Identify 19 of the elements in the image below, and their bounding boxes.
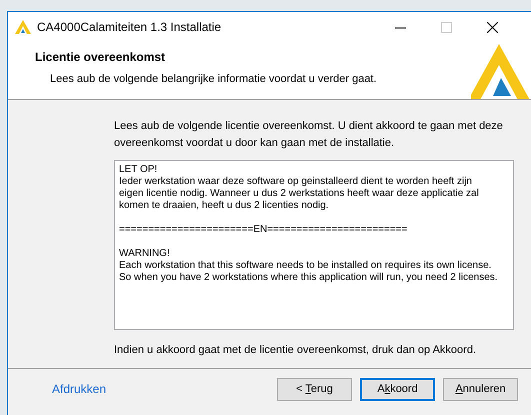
license-line: So when you have 2 workstations where this application will run, you need 2 licenses.	[119, 272, 499, 284]
window-title: CA4000Calamiteiten 1.3 Installatie	[37, 19, 222, 36]
license-line: eigen licentie nodig. Wanneer u dus 2 werkstations heeft waar deze applicatie zal	[119, 188, 480, 200]
dialog-button[interactable]: Annuleren	[443, 378, 518, 400]
logo-icon	[15, 20, 31, 34]
dialog-button[interactable]: < Terug	[277, 378, 352, 400]
close-icon[interactable]	[486, 22, 498, 32]
instruction-text: Lees aub de volgende licentie overeenkomst. U dient akkoord te gaan met deze overeenkomst voordat u door kan gaan met de installatie.	[114, 119, 504, 150]
agreement-note: Indien u akkoord gaat met de licentie overeenkomst, druk dan op Akkoord.	[114, 343, 477, 358]
license-line: Each workstation that this software needs to be installed on requires its own license.	[119, 260, 492, 272]
print-link[interactable]: Afdrukken	[52, 380, 106, 398]
license-line: Ieder werkstation waar deze software op geinstalleerd dient te worden heeft zijn	[119, 176, 473, 188]
license-line: komen te draaien, heeft u dus 2 licenties nodig.	[119, 200, 330, 212]
license-line: =======================EN========================	[119, 224, 408, 236]
license-line: LET OP!	[119, 164, 158, 176]
dialog-button[interactable]: Akkoord	[360, 378, 436, 400]
page-title: Licentie overeenkomst	[35, 49, 166, 66]
license-line: WARNING!	[119, 248, 171, 260]
page-subtitle: Lees aub de volgende belangrijke informatie voordat u verder gaat.	[50, 72, 378, 87]
